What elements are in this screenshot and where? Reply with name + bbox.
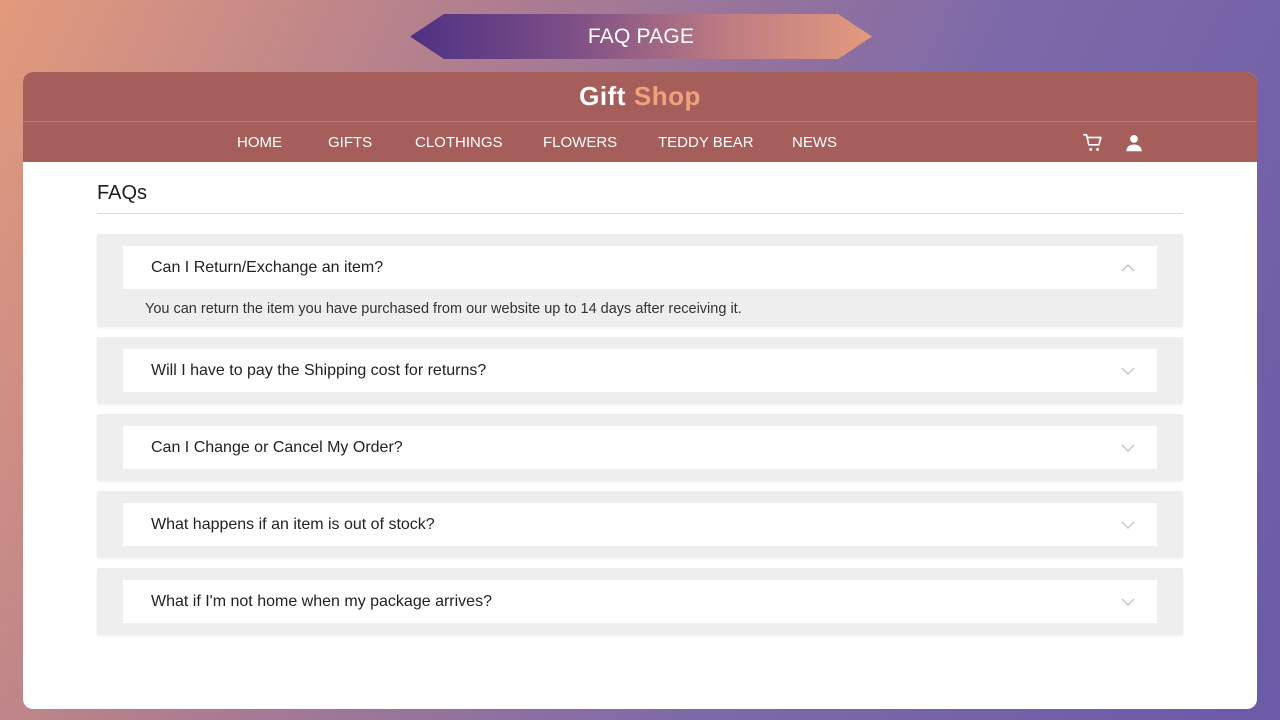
- faq-question-toggle[interactable]: What if I'm not home when my package arr…: [123, 580, 1157, 623]
- faq-question: What happens if an item is out of stock?: [151, 515, 435, 533]
- page-banner: FAQ PAGE: [410, 14, 872, 59]
- shop-window: Gift Shop HOME GIFTS CLOTHINGS FLOWERS T…: [23, 72, 1257, 709]
- faq-question: Can I Return/Exchange an item?: [151, 258, 384, 276]
- faq-answer: You can return the item you have purchas…: [145, 301, 742, 317]
- faq-content: FAQs Can I Return/Exchange an item? You …: [23, 162, 1257, 635]
- faq-question-toggle[interactable]: Can I Return/Exchange an item?: [123, 246, 1157, 289]
- chevron-down-icon[interactable]: [1121, 520, 1135, 530]
- user-icon[interactable]: [1123, 132, 1145, 154]
- brand-name-second: Shop: [633, 81, 701, 111]
- nav-item-teddy-bear[interactable]: TEDDY BEAR: [658, 122, 754, 162]
- chevron-up-icon[interactable]: [1121, 263, 1135, 273]
- faq-item: What if I'm not home when my package arr…: [97, 568, 1183, 635]
- main-nav: HOME GIFTS CLOTHINGS FLOWERS TEDDY BEAR …: [23, 122, 1257, 162]
- chevron-down-icon[interactable]: [1121, 366, 1135, 376]
- faq-question: Can I Change or Cancel My Order?: [151, 438, 403, 456]
- site-header: Gift Shop HOME GIFTS CLOTHINGS FLOWERS T…: [23, 72, 1257, 162]
- nav-item-home[interactable]: HOME: [237, 122, 282, 162]
- faq-question-toggle[interactable]: Will I have to pay the Shipping cost for…: [123, 349, 1157, 392]
- page-title: FAQs: [97, 182, 1183, 214]
- brand-logo[interactable]: Gift Shop: [23, 72, 1257, 122]
- nav-item-news[interactable]: NEWS: [792, 122, 837, 162]
- faq-item: What happens if an item is out of stock?: [97, 491, 1183, 558]
- chevron-down-icon[interactable]: [1121, 597, 1135, 607]
- chevron-down-icon[interactable]: [1121, 443, 1135, 453]
- faq-question: Will I have to pay the Shipping cost for…: [151, 361, 487, 379]
- banner-title: FAQ PAGE: [587, 24, 695, 48]
- nav-item-gifts[interactable]: GIFTS: [328, 122, 372, 162]
- faq-item: Will I have to pay the Shipping cost for…: [97, 337, 1183, 404]
- faq-question: What if I'm not home when my package arr…: [151, 592, 492, 610]
- faq-question-toggle[interactable]: Can I Change or Cancel My Order?: [123, 426, 1157, 469]
- nav-item-flowers[interactable]: FLOWERS: [543, 122, 617, 162]
- cart-icon[interactable]: [1082, 132, 1104, 154]
- nav-item-clothings[interactable]: CLOTHINGS: [415, 122, 503, 162]
- faq-item: Can I Return/Exchange an item? You can r…: [97, 234, 1183, 327]
- faq-item: Can I Change or Cancel My Order?: [97, 414, 1183, 481]
- brand-name-first: Gift: [579, 81, 626, 111]
- faq-question-toggle[interactable]: What happens if an item is out of stock?: [123, 503, 1157, 546]
